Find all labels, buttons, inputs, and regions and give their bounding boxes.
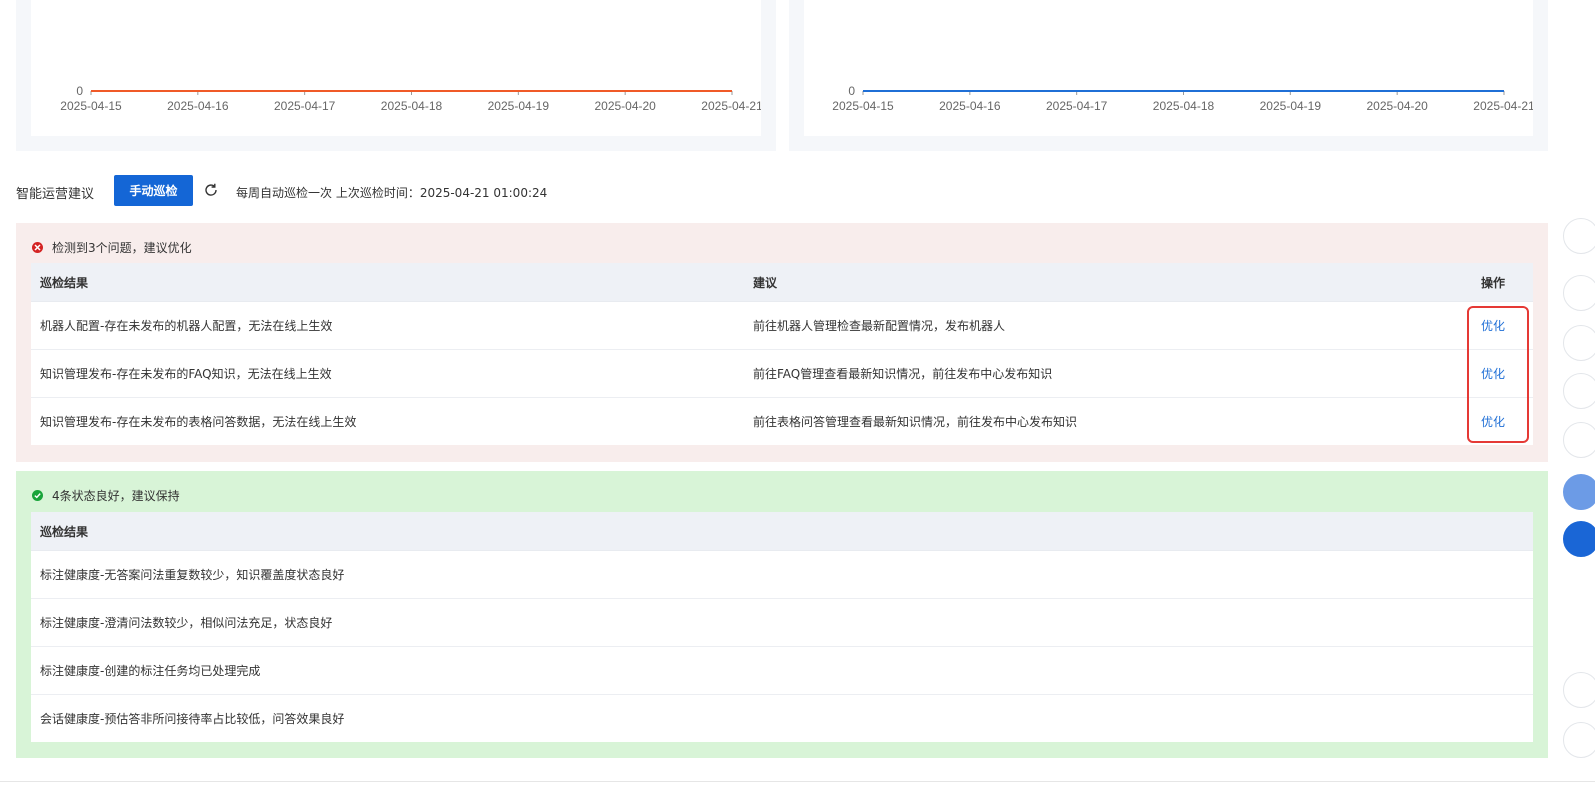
good-table-header: 巡检结果 [31, 512, 1533, 551]
y-tick-label: 0 [76, 84, 83, 98]
x-tick-label: 2025-04-19 [1260, 99, 1322, 113]
good-group: 4条状态良好，建议保持 巡检结果 标注健康度-无答案问法重复数较少，知识覆盖度状… [16, 471, 1548, 758]
x-tick-label: 2025-04-16 [939, 99, 1001, 113]
chart-card-right: 0 2025-04-15 2025-04-16 2025-04-17 2025-04-1… [804, 0, 1533, 136]
row-suggestion: 前往表格问答管理查看最新知识情况，前往发布中心发布知识 [753, 415, 1078, 429]
x-tick-label: 2025-04-21 [1473, 99, 1533, 113]
schedule-text: 每周自动巡检一次 上次巡检时间：2025-04-21 01:00:24 [236, 186, 548, 200]
issues-table-header: 巡检结果 建议 操作 [31, 263, 1533, 302]
col-header-result: 巡检结果 [40, 275, 89, 290]
line-chart-left: 02025-04-15 2025-04-16 2025-04-17 2025-04-1… [60, 84, 761, 113]
row-suggestion: 前往机器人管理检查最新配置情况，发布机器人 [753, 319, 1006, 333]
x-tick-label: 2025-04-20 [1366, 99, 1428, 113]
good-header: 4条状态良好，建议保持 [32, 488, 180, 503]
float-action-button[interactable] [1563, 722, 1595, 758]
row-result: 会话健康度-预估答非所问接待率占比较低，问答效果良好 [40, 712, 345, 726]
action-highlight-box [1467, 306, 1529, 443]
ops-section-title: 智能运营建议 [16, 187, 95, 202]
good-table: 巡检结果 标注健康度-无答案问法重复数较少，知识覆盖度状态良好 标注健康度-澄清… [31, 512, 1533, 742]
check-circle-icon [32, 489, 43, 501]
x-tick-label: 2025-04-18 [381, 99, 443, 113]
issues-table: 巡检结果 建议 操作 机器人配置-存在未发布的机器人配置，无法在线上生效 前往机… [31, 263, 1533, 445]
x-tick-label: 2025-04-18 [1153, 99, 1215, 113]
row-result: 知识管理发布-存在未发布的FAQ知识，无法在线上生效 [40, 367, 332, 381]
issues-group: 检测到3个问题，建议优化 巡检结果 建议 操作 机器人配置-存在未发布的机器人配… [16, 223, 1548, 462]
row-result: 标注健康度-创建的标注任务均已处理完成 [40, 664, 261, 678]
issues-header-text: 检测到3个问题，建议优化 [52, 240, 192, 255]
row-result: 知识管理发布-存在未发布的表格问答数据，无法在线上生效 [40, 415, 357, 429]
line-chart-right: 02025-04-15 2025-04-16 2025-04-17 2025-04-1… [832, 84, 1533, 113]
row-result: 标注健康度-澄清问法数较少，相似问法充足，状态良好 [40, 616, 333, 630]
good-header-text: 4条状态良好，建议保持 [52, 488, 180, 503]
table-row: 标注健康度-创建的标注任务均已处理完成 [31, 647, 1533, 695]
y-tick-label: 0 [848, 84, 855, 98]
table-row: 标注健康度-无答案问法重复数较少，知识覆盖度状态良好 [31, 551, 1533, 599]
float-action-button[interactable] [1563, 218, 1595, 254]
table-row: 机器人配置-存在未发布的机器人配置，无法在线上生效 前往机器人管理检查最新配置情… [31, 302, 1533, 350]
bottom-divider [0, 781, 1595, 782]
table-row: 知识管理发布-存在未发布的表格问答数据，无法在线上生效 前往表格问答管理查看最新… [31, 398, 1533, 445]
x-tick-label: 2025-04-17 [1046, 99, 1108, 113]
float-action-button[interactable] [1563, 373, 1595, 409]
float-action-button[interactable] [1563, 325, 1595, 361]
float-action-button[interactable] [1563, 672, 1595, 708]
row-result: 机器人配置-存在未发布的机器人配置，无法在线上生效 [40, 319, 333, 333]
table-row: 会话健康度-预估答非所问接待率占比较低，问答效果良好 [31, 695, 1533, 742]
manual-inspect-button[interactable]: 手动巡检 [114, 175, 193, 206]
issues-header: 检测到3个问题，建议优化 [32, 240, 192, 255]
row-suggestion: 前往FAQ管理查看最新知识情况，前往发布中心发布知识 [753, 367, 1053, 381]
refresh-icon[interactable] [203, 182, 219, 198]
col-header-action: 操作 [1481, 275, 1506, 290]
col-header-suggestion: 建议 [753, 275, 778, 290]
float-action-button[interactable] [1563, 275, 1595, 311]
error-circle-icon [32, 241, 43, 253]
table-row: 知识管理发布-存在未发布的FAQ知识，无法在线上生效 前往FAQ管理查看最新知识… [31, 350, 1533, 398]
x-tick-label: 2025-04-19 [488, 99, 550, 113]
x-tick-label: 2025-04-15 [60, 99, 122, 113]
float-action-button[interactable] [1563, 474, 1595, 510]
x-tick-label: 2025-04-16 [167, 99, 229, 113]
x-tick-label: 2025-04-20 [594, 99, 656, 113]
chart-panel-right: 0 2025-04-15 2025-04-16 2025-04-17 2025-04-1… [789, 0, 1548, 151]
x-tick-label: 2025-04-21 [701, 99, 761, 113]
row-result: 标注健康度-无答案问法重复数较少，知识覆盖度状态良好 [40, 568, 345, 582]
float-action-button[interactable] [1563, 521, 1595, 557]
x-tick-label: 2025-04-15 [832, 99, 894, 113]
float-action-button[interactable] [1563, 422, 1595, 458]
table-row: 标注健康度-澄清问法数较少，相似问法充足，状态良好 [31, 599, 1533, 647]
chart-card-left: 0 2025-04-15 2025-04-16 2025-04-17 2025-04-1… [31, 0, 761, 136]
chart-panel-left: 0 2025-04-15 2025-04-16 2025-04-17 2025-04-1… [16, 0, 776, 151]
x-tick-label: 2025-04-17 [274, 99, 336, 113]
col-header-result: 巡检结果 [40, 524, 89, 539]
